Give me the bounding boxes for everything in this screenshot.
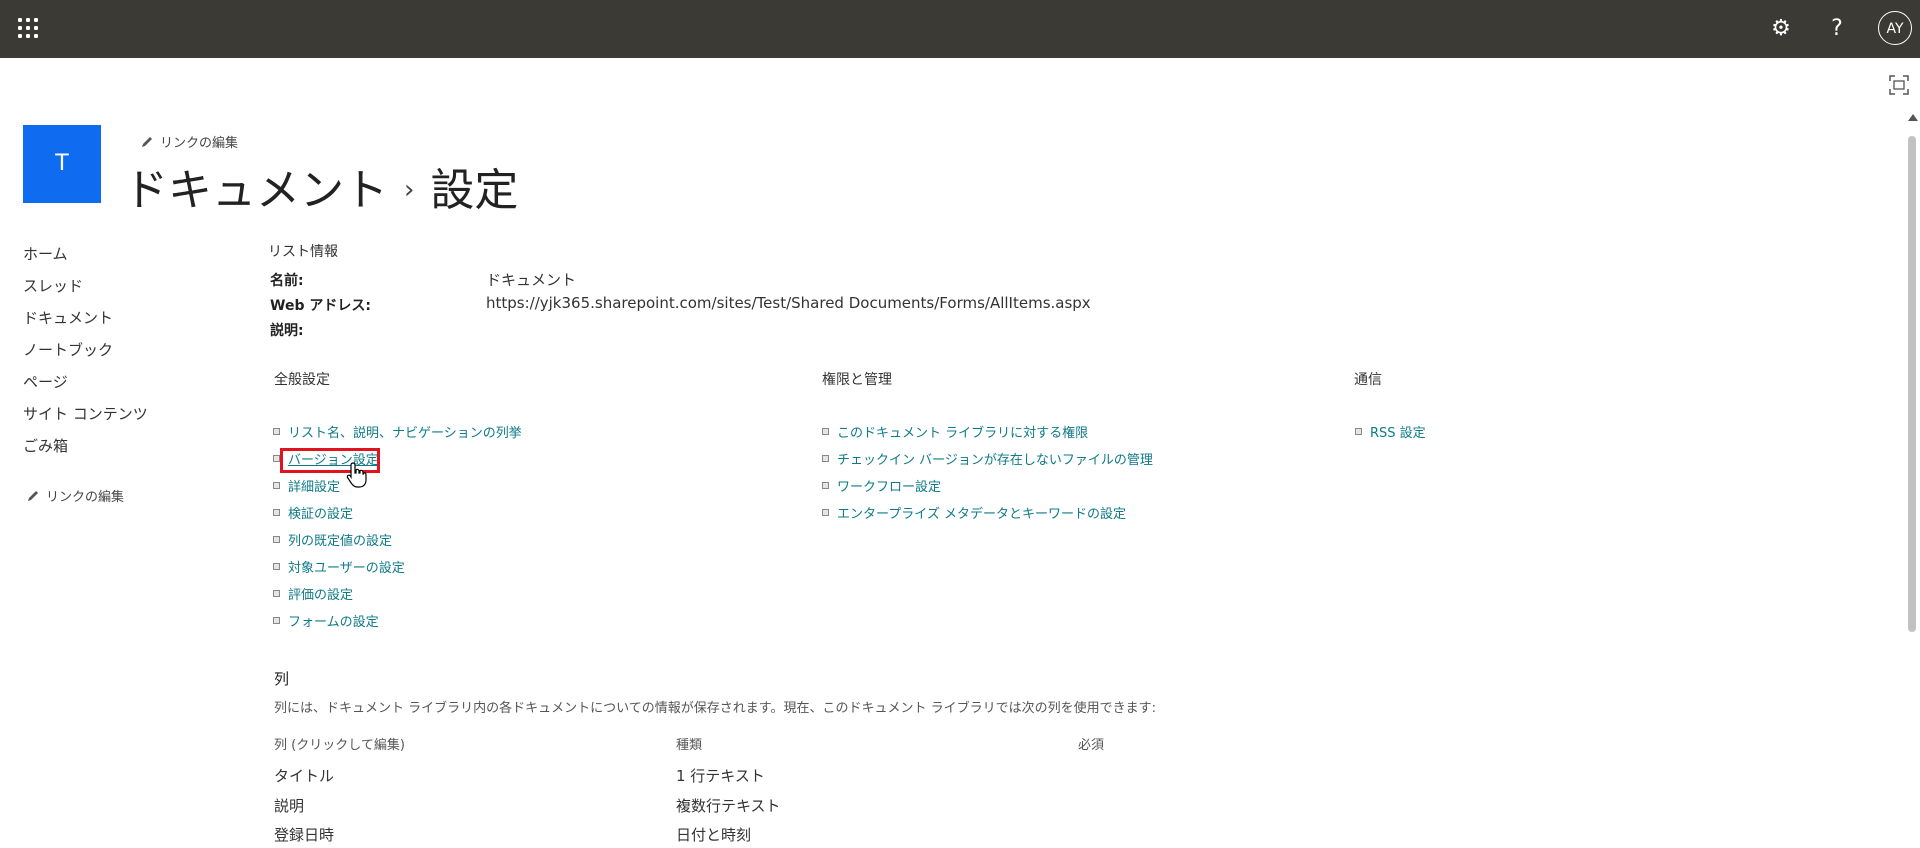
list-item: エンタープライズ メタデータとキーワードの設定 [822, 505, 1153, 532]
nav-item-threads[interactable]: スレッド [23, 274, 148, 306]
bullet-icon [822, 428, 829, 435]
link-form-settings[interactable]: フォームの設定 [288, 615, 379, 630]
link-advanced-settings[interactable]: 詳細設定 [288, 480, 340, 495]
link-column-default-settings[interactable]: 列の既定値の設定 [288, 534, 392, 549]
edit-links-label: リンクの編集 [160, 136, 239, 151]
list-item: RSS 設定 [1355, 424, 1426, 451]
general-settings-header: 全般設定 [274, 372, 330, 388]
columns-section-title: 列 [274, 670, 290, 688]
focus-mode-icon[interactable] [1888, 74, 1910, 96]
list-item: 検証の設定 [273, 505, 522, 532]
bullet-icon [273, 590, 280, 597]
description-label: 説明: [270, 323, 304, 339]
nav-item-pages[interactable]: ページ [23, 370, 148, 402]
communications-header: 通信 [1354, 372, 1382, 388]
permissions-header: 権限と管理 [822, 372, 892, 388]
link-metadata-keyword-settings[interactable]: エンタープライズ メタデータとキーワードの設定 [837, 507, 1126, 522]
columns-description: 列には、ドキュメント ライブラリ内の各ドキュメントについての情報が保存されます。… [274, 701, 1156, 716]
app-launcher-icon[interactable] [16, 16, 40, 40]
table-row-name: 説明 [274, 795, 304, 816]
page-title: ドキュメント › 設定 [124, 154, 518, 218]
list-item: 対象ユーザーの設定 [273, 559, 522, 586]
column-header-name: 列 (クリックして編集) [274, 738, 405, 753]
nav-item-recycle-bin[interactable]: ごみ箱 [23, 434, 148, 466]
link-audience-settings[interactable]: 対象ユーザーの設定 [288, 561, 405, 576]
list-item: ワークフロー設定 [822, 478, 1153, 505]
column-header-required: 必須 [1078, 738, 1105, 753]
page-scrollbar[interactable] [1904, 108, 1920, 848]
breadcrumb-settings: 設定 [430, 165, 519, 216]
bullet-icon [1355, 428, 1362, 435]
web-address-value: https://yjk365.sharepoint.com/sites/Test… [486, 294, 1091, 312]
list-item: 列の既定値の設定 [273, 532, 522, 559]
help-icon[interactable]: ? [1822, 14, 1852, 44]
link-manage-checked-out-files[interactable]: チェックイン バージョンが存在しないファイルの管理 [837, 453, 1153, 468]
name-value: ドキュメント [486, 271, 577, 289]
link-rss-settings[interactable]: RSS 設定 [1370, 426, 1426, 441]
list-item: このドキュメント ライブラリに対する権限 [822, 424, 1153, 451]
nav-item-home[interactable]: ホーム [23, 242, 148, 274]
bullet-icon [273, 536, 280, 543]
column-link-created[interactable]: 登録日時 [274, 826, 334, 844]
bullet-icon [273, 455, 280, 462]
bullet-icon [822, 482, 829, 489]
list-item: 詳細設定 [273, 478, 522, 505]
column-header-type: 種類 [676, 738, 703, 753]
column-link-title[interactable]: タイトル [274, 767, 334, 785]
nav-item-documents[interactable]: ドキュメント [23, 306, 148, 338]
list-item: リスト名、説明、ナビゲーションの列挙 [273, 424, 522, 451]
link-library-permissions[interactable]: このドキュメント ライブラリに対する権限 [837, 426, 1088, 441]
link-rating-settings[interactable]: 評価の設定 [288, 588, 353, 603]
list-item: 評価の設定 [273, 586, 522, 613]
pencil-icon [26, 489, 40, 507]
link-validation-settings[interactable]: 検証の設定 [288, 507, 353, 522]
name-label: 名前: [270, 273, 304, 289]
edit-links-label: リンクの編集 [46, 490, 125, 505]
table-row-type: 日付と時刻 [676, 826, 752, 844]
column-link-description[interactable]: 説明 [274, 797, 304, 815]
bullet-icon [273, 563, 280, 570]
suite-bar: ⚙ ? AY [0, 0, 1920, 58]
table-row-name: タイトル [274, 765, 334, 786]
link-list-name-description[interactable]: リスト名、説明、ナビゲーションの列挙 [288, 426, 522, 441]
communications-list: RSS 設定 [1355, 424, 1426, 451]
table-row-type: 1 行テキスト [676, 767, 765, 785]
bullet-icon [273, 482, 280, 489]
settings-gear-icon[interactable]: ⚙ [1766, 14, 1796, 44]
site-logo[interactable]: T [23, 125, 101, 203]
breadcrumb-chevron-icon: › [404, 175, 415, 205]
edit-links-nav-button[interactable]: リンクの編集 [26, 486, 124, 507]
left-navigation: ホーム スレッド ドキュメント ノートブック ページ サイト コンテンツ ごみ箱 [23, 242, 148, 466]
user-avatar[interactable]: AY [1878, 11, 1912, 45]
list-item: フォームの設定 [273, 613, 522, 640]
bullet-icon [822, 509, 829, 516]
nav-item-site-contents[interactable]: サイト コンテンツ [23, 402, 148, 434]
bullet-icon [822, 455, 829, 462]
permissions-list: このドキュメント ライブラリに対する権限 チェックイン バージョンが存在しないフ… [822, 424, 1153, 532]
list-info-header: リスト情報 [268, 244, 338, 260]
breadcrumb-library[interactable]: ドキュメント [124, 165, 388, 216]
table-row-type: 複数行テキスト [676, 797, 781, 815]
bullet-icon [273, 428, 280, 435]
table-row-name: 登録日時 [274, 824, 334, 845]
bullet-icon [273, 617, 280, 624]
hand-pointer-icon [346, 462, 368, 492]
list-item: チェックイン バージョンが存在しないファイルの管理 [822, 451, 1153, 478]
scroll-thumb[interactable] [1908, 136, 1916, 632]
web-address-label: Web アドレス: [270, 298, 371, 314]
pencil-icon [140, 135, 154, 153]
scroll-up-arrow-icon[interactable] [1908, 114, 1918, 121]
bullet-icon [273, 509, 280, 516]
edit-links-header-button[interactable]: リンクの編集 [140, 132, 238, 153]
link-workflow-settings[interactable]: ワークフロー設定 [837, 480, 941, 495]
nav-item-notebook[interactable]: ノートブック [23, 338, 148, 370]
